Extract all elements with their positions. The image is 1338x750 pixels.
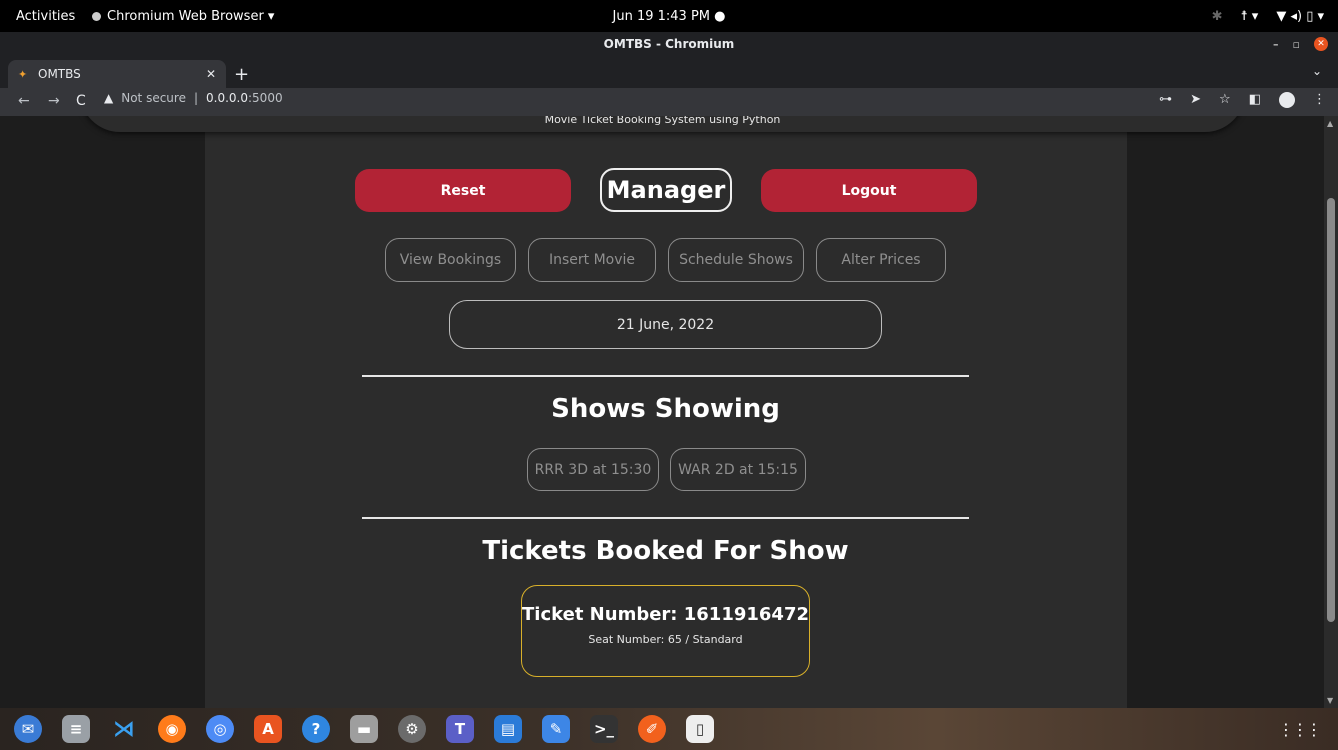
- ticket-number: Ticket Number: 1611916472: [522, 604, 809, 625]
- activities-button[interactable]: Activities: [16, 9, 75, 24]
- divider: [362, 375, 969, 377]
- site-subtitle: Movie Ticket Booking System using Python: [544, 116, 781, 126]
- forward-icon[interactable]: →: [48, 93, 60, 109]
- show-chip-rrr[interactable]: RRR 3D at 15:30: [527, 448, 659, 491]
- alter-prices-button[interactable]: Alter Prices: [816, 238, 946, 282]
- media-player-icon[interactable]: ▯: [686, 715, 714, 743]
- tab-close-icon[interactable]: ✕: [206, 67, 216, 81]
- show-chip-war[interactable]: WAR 2D at 15:15: [670, 448, 806, 491]
- reset-button[interactable]: Reset: [355, 169, 571, 212]
- separator: |: [193, 91, 199, 105]
- terminal-icon[interactable]: >_: [590, 715, 618, 743]
- scrollbar-thumb[interactable]: [1327, 198, 1335, 622]
- key-icon[interactable]: ⊶: [1159, 92, 1172, 108]
- tickets-title: Tickets Booked For Show: [482, 536, 849, 566]
- view-bookings-button[interactable]: View Bookings: [385, 238, 516, 282]
- help-icon[interactable]: ?: [302, 715, 330, 743]
- postman-icon[interactable]: ✐: [638, 715, 666, 743]
- star-icon[interactable]: ☆: [1219, 92, 1231, 108]
- vscode-icon[interactable]: ⋊: [110, 715, 138, 743]
- favicon-icon: ✦: [18, 68, 28, 81]
- insert-movie-button[interactable]: Insert Movie: [528, 238, 656, 282]
- ticket-card: Ticket Number: 1611916472 Seat Number: 6…: [521, 585, 810, 677]
- tab-strip: ✦ OMTBS ✕ + ⌄: [0, 56, 1338, 88]
- divider: [362, 517, 969, 519]
- settings-icon[interactable]: ⚙: [398, 715, 426, 743]
- thunderbird-icon[interactable]: ✉: [14, 715, 42, 743]
- show-apps-icon[interactable]: ⋮⋮⋮: [1278, 720, 1322, 739]
- teams-icon[interactable]: T: [446, 715, 474, 743]
- site-header: Movie Ticket Booking System using Python: [80, 116, 1245, 132]
- sidepanel-icon[interactable]: ◧: [1249, 92, 1261, 108]
- toolbar-actions: ⊶ ➤ ☆ ◧ ⋮: [1159, 92, 1326, 108]
- scroll-up-icon[interactable]: ▲: [1327, 119, 1333, 128]
- files-icon[interactable]: ▬: [350, 715, 378, 743]
- accessibility-icon[interactable]: ☨ ▾: [1241, 9, 1259, 24]
- maximize-icon[interactable]: ▫: [1293, 38, 1300, 51]
- new-tab-icon[interactable]: +: [234, 64, 249, 85]
- software-center-icon[interactable]: A: [254, 715, 282, 743]
- profile-icon[interactable]: [1279, 92, 1295, 108]
- reload-icon[interactable]: C: [76, 93, 86, 109]
- firefox-icon[interactable]: ◉: [158, 715, 186, 743]
- security-label: Not secure: [121, 91, 186, 105]
- seat-number: Seat Number: 65 / Standard: [588, 633, 743, 646]
- chromium-dot-icon: [92, 11, 101, 21]
- role-title: Manager: [600, 168, 732, 212]
- date-picker[interactable]: 21 June, 2022: [449, 300, 882, 349]
- window-title: OMTBS - Chromium: [603, 37, 735, 51]
- clock[interactable]: Jun 19 1:43 PM ●: [613, 9, 726, 24]
- system-top-bar: Activities Chromium Web Browser ▾ Jun 19…: [0, 0, 1338, 32]
- send-icon[interactable]: ➤: [1190, 92, 1201, 108]
- text-editor-icon[interactable]: ≡: [62, 715, 90, 743]
- address-bar[interactable]: ▲ Not secure | 0.0.0.0:5000: [104, 91, 283, 105]
- warning-icon: ▲: [104, 91, 114, 105]
- app-menu-label: Chromium Web Browser ▾: [107, 8, 275, 24]
- network-icon[interactable]: ▼ ◂) ▯ ▾: [1276, 9, 1324, 24]
- window-controls: – ▫ ✕: [1273, 37, 1328, 51]
- drawing-icon[interactable]: ✎: [542, 715, 570, 743]
- app-menu[interactable]: Chromium Web Browser ▾: [92, 9, 274, 24]
- tab-title: OMTBS: [38, 67, 81, 81]
- shows-title: Shows Showing: [551, 394, 780, 424]
- logout-button[interactable]: Logout: [761, 169, 977, 212]
- dock: ✉ ≡ ⋊ ◉ ◎ A ? ▬ ⚙ T ▤ ✎ >_ ✐ ▯ ⋮⋮⋮: [0, 708, 1338, 750]
- menu-icon[interactable]: ⋮: [1313, 92, 1326, 108]
- bluetooth-icon: ✱: [1211, 8, 1223, 24]
- writer-icon[interactable]: ▤: [494, 715, 522, 743]
- minimize-icon[interactable]: –: [1273, 38, 1279, 51]
- close-window-icon[interactable]: ✕: [1314, 37, 1328, 51]
- scrollbar[interactable]: ▲ ▼: [1324, 116, 1338, 708]
- chromium-icon[interactable]: ◎: [206, 715, 234, 743]
- url-text: 0.0.0.0:5000: [206, 91, 283, 105]
- scroll-down-icon[interactable]: ▼: [1327, 696, 1333, 705]
- system-tray[interactable]: ✱ ☨ ▾ ▼ ◂) ▯ ▾: [1212, 9, 1324, 24]
- back-icon[interactable]: ←: [18, 93, 30, 109]
- page-viewport: Movie Ticket Booking System using Python…: [0, 116, 1338, 708]
- window-title-bar: OMTBS - Chromium – ▫ ✕: [0, 32, 1338, 56]
- tab-omtbs[interactable]: ✦ OMTBS ✕: [8, 60, 226, 88]
- schedule-shows-button[interactable]: Schedule Shows: [668, 238, 804, 282]
- tab-search-icon[interactable]: ⌄: [1312, 64, 1322, 78]
- browser-toolbar: ← → C ▲ Not secure | 0.0.0.0:5000 ⊶ ➤ ☆ …: [0, 88, 1338, 116]
